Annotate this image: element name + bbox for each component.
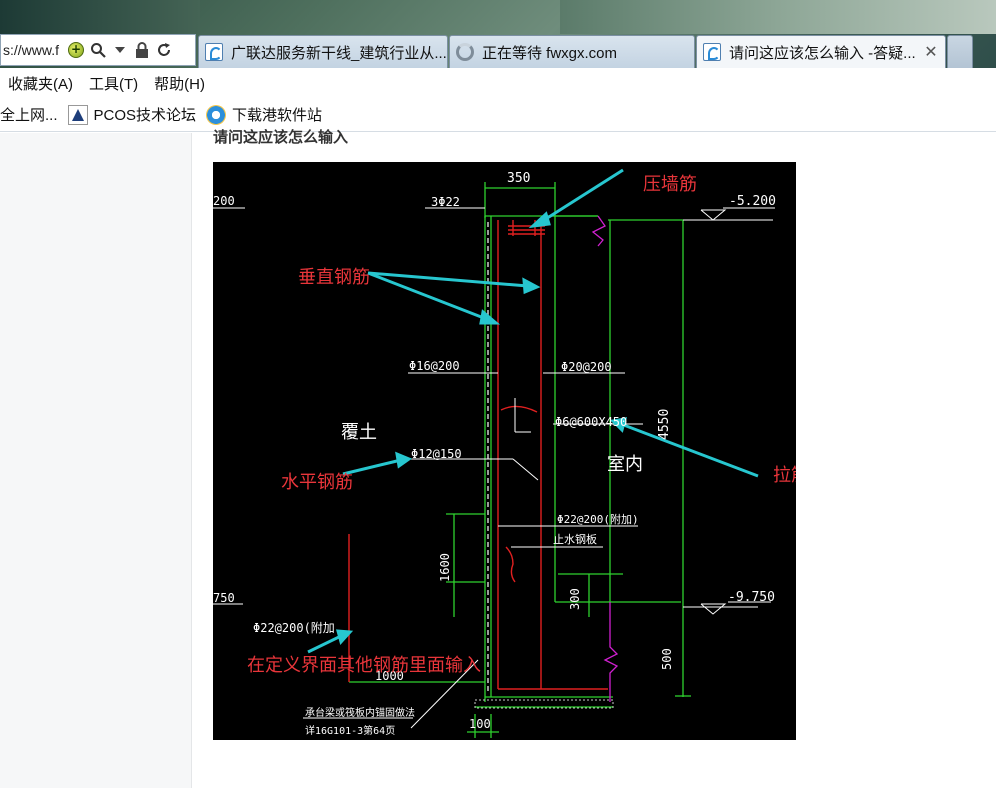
compatibility-button[interactable]: + [65, 39, 87, 61]
tie-label: Φ6@600X450 [555, 415, 627, 429]
leader [512, 458, 539, 481]
address-url[interactable]: s://www.f [3, 42, 65, 58]
tab-label: 正在等待 fwxgx.com [482, 44, 618, 62]
address-bar[interactable]: s://www.f + [0, 34, 196, 66]
cad-drawing-image: 350 3Φ22 200 750 -5.200 -9.750 4550 1600… [213, 162, 796, 740]
annotation-other-bar: 在定义界面其他钢筋里面输入 [247, 655, 481, 676]
dim-100-label: 100 [469, 717, 491, 731]
new-tab-button[interactable] [947, 35, 973, 68]
break-line-bottom [603, 602, 619, 702]
question-title: 请问这应该怎么输入 [213, 129, 349, 146]
search-button[interactable] [87, 39, 109, 61]
favorite-link-web[interactable]: 全上网... [0, 104, 58, 125]
annotation-vertical-bar: 垂直钢筋 [298, 267, 370, 288]
break-line-top [591, 215, 606, 247]
arrow-vertical-bar-1 [367, 271, 529, 288]
annotation-pressure-bar: 压墙筋 [643, 174, 697, 195]
dim-300-label: 300 [568, 588, 582, 610]
soil-label: 覆土 [341, 422, 377, 443]
tab-loading[interactable]: 正在等待 fwxgx.com [449, 35, 695, 68]
anchorage-note-line1: 承台梁或筏板内锚固做法 [305, 706, 415, 719]
annotation-tie-bar: 拉筋 [773, 465, 796, 486]
indoor-label: 室内 [607, 454, 643, 475]
right-vertical-label: Φ20@200 [561, 360, 612, 374]
favorite-label: 全上网... [0, 107, 58, 124]
dropdown-button[interactable] [109, 39, 131, 61]
menu-help[interactable]: 帮助(H) [154, 73, 205, 94]
menu-favorites[interactable]: 收藏夹(A) [8, 73, 73, 94]
tie-bar [500, 405, 538, 413]
annotation-arrows [307, 168, 759, 654]
compatibility-icon: + [68, 42, 84, 58]
page-favicon-icon [703, 43, 721, 61]
close-icon[interactable]: ✕ [921, 42, 941, 62]
favorite-link-pcos[interactable]: PCOS技术论坛 [67, 104, 197, 125]
right-elevation-top: -5.200 [729, 194, 776, 209]
favorite-label: 下载港软件站 [232, 107, 323, 124]
favorite-label: PCOS技术论坛 [93, 107, 197, 124]
tab-current-question[interactable]: 请问这应该怎么输入 -答疑... ✕ [696, 35, 946, 68]
left-vertical-label: Φ16@200 [409, 359, 460, 373]
annotation-horizontal-bar: 水平钢筋 [281, 472, 353, 493]
dim-350-label: 350 [507, 171, 530, 186]
left-elevation-top: 200 [213, 194, 235, 208]
horizontal-label: Φ12@150 [411, 447, 462, 461]
dim-500-label: 500 [660, 648, 674, 670]
dim-4550-label: 4550 [657, 409, 672, 440]
right-elevation-bottom: -9.750 [728, 590, 775, 605]
favorites-bar: 全上网... PCOS技术论坛 下载港软件站 [0, 98, 996, 132]
wall-reinforcement-diagram: 350 3Φ22 200 750 -5.200 -9.750 4550 1600… [213, 168, 796, 738]
lock-icon [136, 42, 148, 58]
elev-marker-bottom [700, 603, 727, 615]
arrowhead [335, 629, 354, 646]
menu-tools[interactable]: 工具(T) [89, 73, 138, 94]
waterstop-label: 止水钢板 [553, 532, 597, 546]
waterstop-plate [505, 546, 516, 583]
arrowhead [395, 451, 413, 469]
left-sidebar-gutter [0, 133, 192, 788]
refresh-icon [158, 43, 170, 56]
page-favicon-icon [205, 43, 223, 61]
refresh-button[interactable] [153, 39, 175, 61]
titlebar-background [0, 0, 200, 34]
dim-1600-label: 1600 [438, 553, 452, 582]
extra-bar-left-label: Φ22@200(附加 [253, 621, 335, 635]
elev-marker-top [700, 209, 727, 221]
dropdown-icon [115, 47, 125, 53]
arrow-pressure-bar [540, 168, 624, 224]
left-elevation-bottom: 750 [213, 591, 235, 605]
menu-bar: 收藏夹(A) 工具(T) 帮助(H) [0, 68, 996, 98]
titlebar-background-right [560, 0, 996, 34]
security-lock-button[interactable] [131, 39, 153, 61]
tab-label: 广联达服务新干线_建筑行业从... [231, 44, 447, 62]
tab-label: 请问这应该怎么输入 -答疑... [729, 44, 916, 62]
pcos-logo-icon [67, 104, 88, 125]
arrow-other-bar [307, 633, 344, 654]
anchorage-note-line2: 详16G101-3第64页 [305, 724, 395, 737]
search-icon [91, 43, 106, 58]
rebar-lines [348, 220, 608, 690]
arrowhead [522, 277, 541, 295]
top-bar-label: 3Φ22 [431, 195, 460, 209]
ie-page-icon [206, 104, 227, 125]
extra-bar-label: Φ22@200(附加) [557, 512, 639, 526]
favorite-link-download[interactable]: 下载港软件站 [206, 104, 322, 125]
loading-spinner-icon [456, 43, 474, 61]
tab-guanglianda[interactable]: 广联达服务新干线_建筑行业从... [198, 35, 448, 68]
